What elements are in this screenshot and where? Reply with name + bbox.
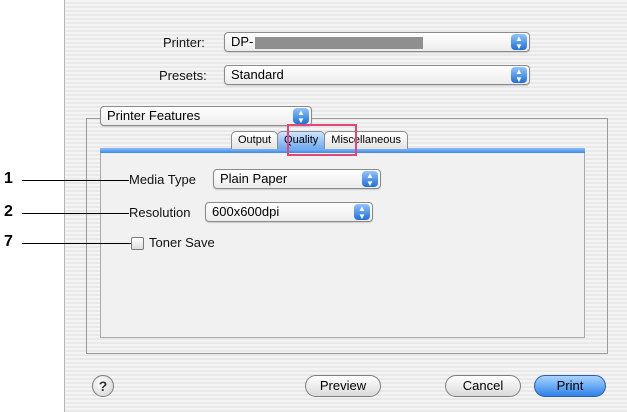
toner-save-checkbox[interactable] [131,237,144,250]
quality-tab-highlight [287,124,357,156]
presets-popup[interactable]: Standard ▲ ▼ [224,65,530,85]
callout-line-2 [22,213,129,214]
redacted-printer-name [255,36,424,49]
popup-arrows-icon: ▲ ▼ [362,171,378,188]
resolution-label: Resolution [129,205,191,220]
printer-label: Printer: [163,35,205,50]
toner-save-label: Toner Save [149,235,215,250]
presets-value: Standard [231,67,284,82]
feature-menu-value: Printer Features [107,108,201,123]
feature-menu-popup[interactable]: Printer Features ▲ ▼ [100,106,312,126]
printer-popup[interactable]: DP- ▲ ▼ [224,32,530,52]
callout-number-2: 2 [4,203,13,220]
printer-value: DP- [231,34,254,49]
callout-line-7 [22,243,131,244]
callout-number-1: 1 [4,170,13,187]
popup-arrows-icon: ▲ ▼ [511,34,527,51]
cancel-button[interactable]: Cancel [445,375,521,397]
popup-arrows-icon: ▲ ▼ [511,67,527,84]
media-type-value: Plain Paper [220,171,288,186]
media-type-label: Media Type [129,172,196,187]
media-type-popup[interactable]: Plain Paper ▲ ▼ [213,169,381,189]
presets-label: Presets: [159,68,207,83]
callout-line-1 [22,180,129,181]
preview-button[interactable]: Preview [305,375,381,397]
callout-number-7: 7 [4,233,13,250]
print-button[interactable]: Print [534,375,606,397]
resolution-value: 600x600dpi [212,204,280,219]
resolution-popup[interactable]: 600x600dpi ▲ ▼ [205,202,373,222]
tab-output[interactable]: Output [231,131,279,149]
popup-arrows-icon: ▲ ▼ [354,204,370,221]
popup-arrows-icon: ▲ ▼ [293,108,309,125]
help-button[interactable]: ? [92,375,114,397]
